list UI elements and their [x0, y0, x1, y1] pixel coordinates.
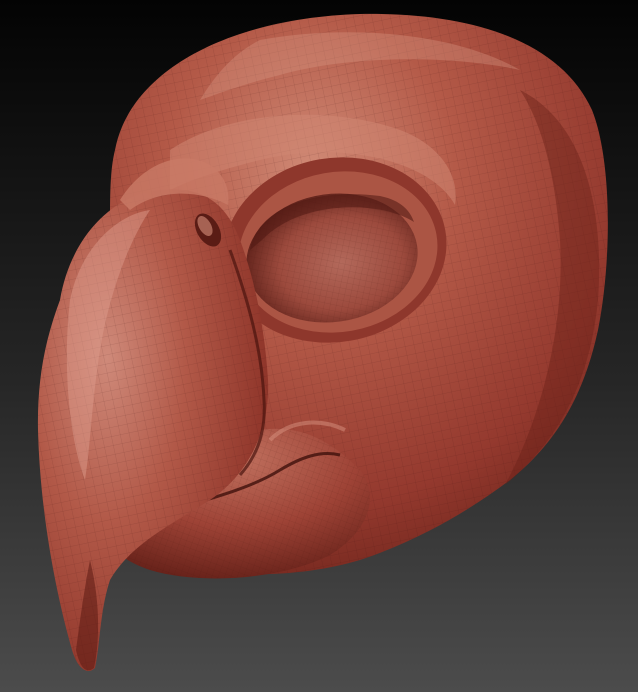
sculpt-render [0, 0, 638, 692]
3d-viewport[interactable] [0, 0, 638, 692]
